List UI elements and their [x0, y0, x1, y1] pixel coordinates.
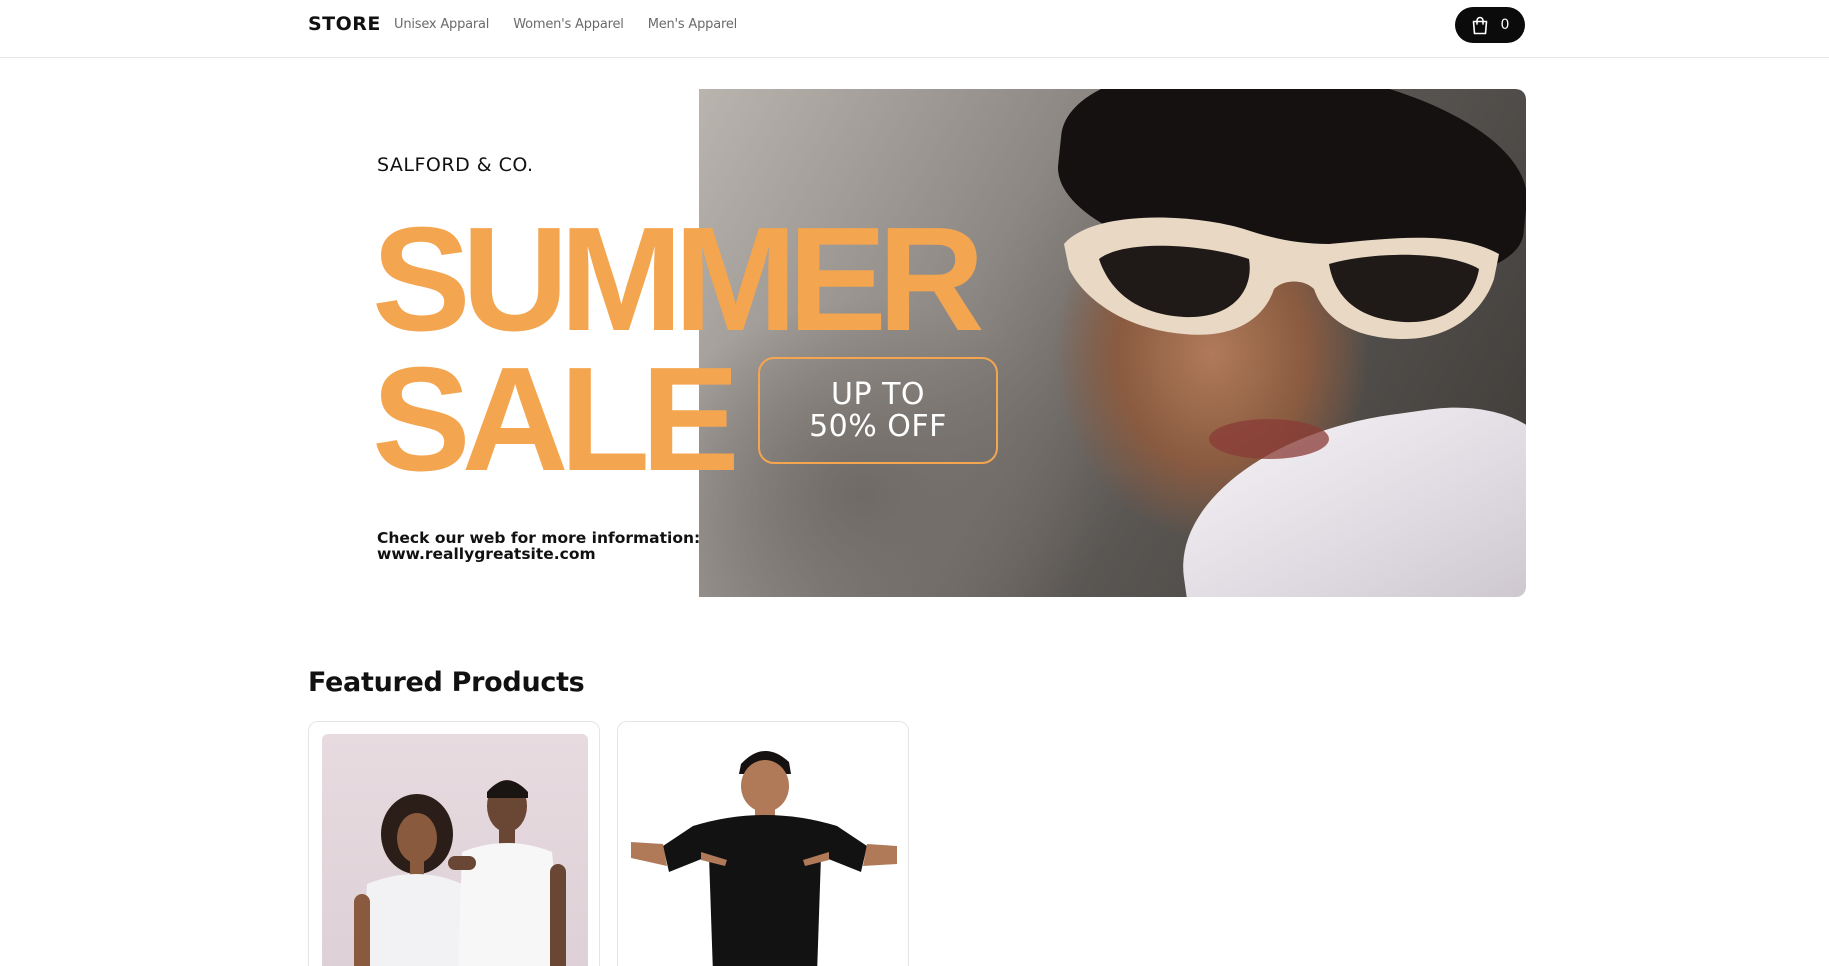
nav-unisex-apparel[interactable]: Unisex Apparal	[394, 17, 489, 32]
product-image-black-tee	[631, 734, 897, 966]
product-card[interactable]	[308, 721, 600, 966]
hero-info-line-1: Check our web for more information:	[377, 529, 701, 547]
hero-headline-summer: SUMMER	[372, 197, 985, 362]
hero-info-text: Check our web for more information: www.…	[377, 530, 700, 563]
main-nav: Unisex Apparal Women's Apparel Men's App…	[394, 17, 737, 32]
featured-products-heading: Featured Products	[308, 667, 585, 698]
site-header: STORE Unisex Apparal Women's Apparel Men…	[0, 0, 1829, 58]
nav-mens-apparel[interactable]: Men's Apparel	[648, 17, 738, 32]
product-image-unisex-tees	[322, 734, 588, 966]
product-card[interactable]	[617, 721, 909, 966]
hero-brand-name: SALFORD & CO.	[377, 154, 534, 176]
cart-button[interactable]: 0	[1455, 7, 1525, 43]
hero-headline-sale: SALE	[372, 337, 740, 502]
hero-offer-badge: UP TO 50% OFF	[758, 357, 998, 464]
hero-info-url: www.reallygreatsite.com	[377, 545, 596, 564]
shopping-bag-icon	[1471, 16, 1489, 35]
hero-banner[interactable]: SALFORD & CO. SUMMER SALE UP TO 50% OFF …	[308, 89, 1526, 597]
cart-count: 0	[1500, 17, 1510, 33]
nav-womens-apparel[interactable]: Women's Apparel	[513, 17, 624, 32]
offer-line-2: 50% OFF	[809, 408, 947, 444]
offer-line-1: UP TO	[830, 377, 926, 412]
store-logo[interactable]: STORE	[308, 13, 381, 35]
